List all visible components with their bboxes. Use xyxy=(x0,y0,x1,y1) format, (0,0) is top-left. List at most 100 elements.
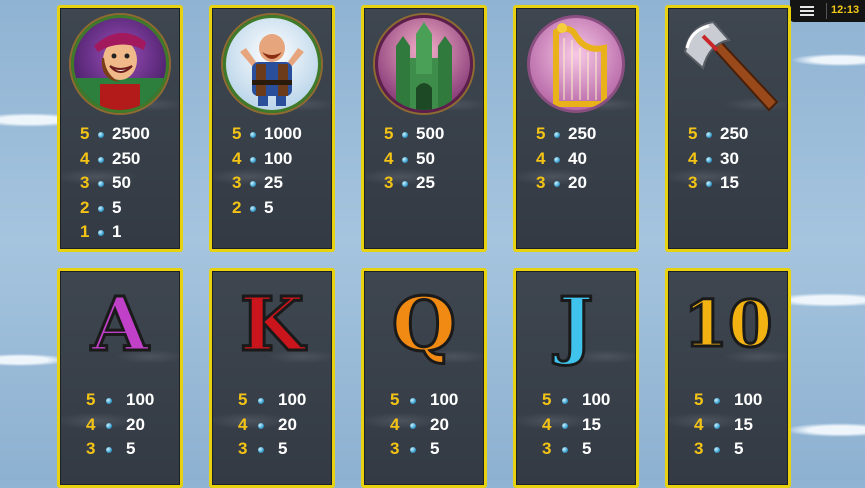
gem-bullet-icon xyxy=(106,422,112,429)
gem-bullet-icon xyxy=(98,230,104,236)
jack-hero-icon xyxy=(71,15,169,113)
pay-amount: 30 xyxy=(720,148,739,168)
gem-bullet-icon xyxy=(554,156,560,163)
pay-row: 5 100 xyxy=(364,388,484,413)
pay-list: 5 250 4 30 3 15 xyxy=(668,122,788,196)
pay-amount: 25 xyxy=(264,173,283,192)
pay-count: 3 xyxy=(238,439,248,458)
pay-count: 3 xyxy=(384,173,394,192)
pay-amount: 250 xyxy=(720,124,749,143)
pay-row: 4 15 xyxy=(516,413,636,438)
pay-count: 4 xyxy=(536,148,546,168)
pay-count: 5 xyxy=(232,124,242,143)
pay-count: 4 xyxy=(390,414,400,434)
gem-bullet-icon xyxy=(98,156,104,163)
paytable-card-giant: 5 1000 4 100 3 25 25 xyxy=(209,5,335,252)
gem-bullet-icon xyxy=(250,132,256,138)
pay-row: 35 xyxy=(668,437,788,462)
pay-amount: 100 xyxy=(734,390,763,409)
pay-row: 25 xyxy=(60,196,180,221)
pay-amount: 2500 xyxy=(112,124,150,143)
pay-row: 4 40 xyxy=(516,147,636,172)
pay-row: 3 50 xyxy=(60,171,180,196)
pay-row: 5 250 xyxy=(668,122,788,147)
pay-count: 4 xyxy=(384,148,394,168)
pay-count: 3 xyxy=(80,173,90,192)
pay-amount: 5 xyxy=(430,439,440,458)
pay-row: 5 1000 xyxy=(212,122,332,147)
pay-count: 5 xyxy=(536,124,546,143)
pay-list: 5 500 4 50 3 25 xyxy=(364,122,484,196)
paytable-card-j: J 5 100 4 15 35 xyxy=(513,268,639,488)
gem-bullet-icon xyxy=(714,422,720,429)
pay-count: 4 xyxy=(80,148,90,168)
gem-bullet-icon xyxy=(554,181,560,187)
pay-row: 3 25 xyxy=(212,171,332,196)
pay-row: 4 20 xyxy=(364,413,484,438)
pay-amount: 20 xyxy=(568,173,587,192)
pay-amount: 5 xyxy=(126,439,136,458)
pay-amount: 250 xyxy=(112,148,141,168)
pay-count: 5 xyxy=(694,390,704,409)
gem-bullet-icon xyxy=(98,181,104,187)
paytable-card-harp: 5 250 4 40 3 20 xyxy=(513,5,639,252)
paytable-card-castle: 5 500 4 50 3 25 xyxy=(361,5,487,252)
pay-count: 4 xyxy=(542,414,552,434)
pay-row: 35 xyxy=(212,437,332,462)
letter-j-symbol: J xyxy=(557,282,595,368)
pay-row: 4 250 xyxy=(60,147,180,172)
pay-list: 5 100 4 15 35 xyxy=(668,388,788,462)
gem-bullet-icon xyxy=(706,132,712,138)
pay-count: 5 xyxy=(542,390,552,409)
gem-bullet-icon xyxy=(562,398,568,404)
paytable-card-axe: 5 250 4 30 3 15 xyxy=(665,5,791,252)
pay-list: 5 2500 4 250 3 50 25 11 xyxy=(60,122,180,245)
pay-row: 4 20 xyxy=(60,413,180,438)
pay-row: 5 2500 xyxy=(60,122,180,147)
pay-count: 1 xyxy=(80,222,90,241)
pay-count: 5 xyxy=(384,124,394,143)
gem-bullet-icon xyxy=(562,447,568,453)
hamburger-menu-icon[interactable] xyxy=(790,0,824,22)
pay-count: 4 xyxy=(238,414,248,434)
pay-row: 4 30 xyxy=(668,147,788,172)
pay-row: 5 250 xyxy=(516,122,636,147)
gem-bullet-icon xyxy=(706,156,712,163)
pay-count: 3 xyxy=(232,173,242,192)
gem-bullet-icon xyxy=(250,156,256,163)
pay-list: 5 250 4 40 3 20 xyxy=(516,122,636,196)
pay-list: 5 1000 4 100 3 25 25 xyxy=(212,122,332,220)
pay-amount: 500 xyxy=(416,124,445,143)
pay-amount: 100 xyxy=(430,390,459,409)
pay-row: 5 100 xyxy=(212,388,332,413)
pay-list: 5 100 4 20 35 xyxy=(60,388,180,462)
pay-amount: 50 xyxy=(416,148,435,168)
pay-row: 11 xyxy=(60,220,180,245)
pay-count: 3 xyxy=(694,439,704,458)
gem-bullet-icon xyxy=(106,398,112,404)
pay-count: 5 xyxy=(238,390,248,409)
pay-amount: 5 xyxy=(734,439,744,458)
gem-bullet-icon xyxy=(106,447,112,453)
gem-bullet-icon xyxy=(258,447,264,453)
letter-a-symbol: A xyxy=(90,282,150,368)
gem-bullet-icon xyxy=(402,156,408,163)
pay-amount: 250 xyxy=(568,124,597,143)
pay-amount: 100 xyxy=(582,390,611,409)
pay-amount: 100 xyxy=(126,390,155,409)
pay-amount: 100 xyxy=(278,390,307,409)
pay-amount: 5 xyxy=(264,197,274,217)
letter-q-symbol: Q xyxy=(390,282,457,368)
gem-bullet-icon xyxy=(258,422,264,429)
giant-icon xyxy=(223,15,321,113)
pay-row: 35 xyxy=(364,437,484,462)
pay-amount: 1 xyxy=(112,222,122,241)
pay-row: 3 25 xyxy=(364,171,484,196)
gem-bullet-icon xyxy=(562,422,568,429)
pay-count: 3 xyxy=(86,439,96,458)
pay-amount: 100 xyxy=(264,148,293,168)
gem-bullet-icon xyxy=(250,181,256,187)
pay-amount: 5 xyxy=(112,197,122,217)
ten-symbol: 10 xyxy=(682,286,774,364)
clock: 12:13 xyxy=(831,4,860,16)
